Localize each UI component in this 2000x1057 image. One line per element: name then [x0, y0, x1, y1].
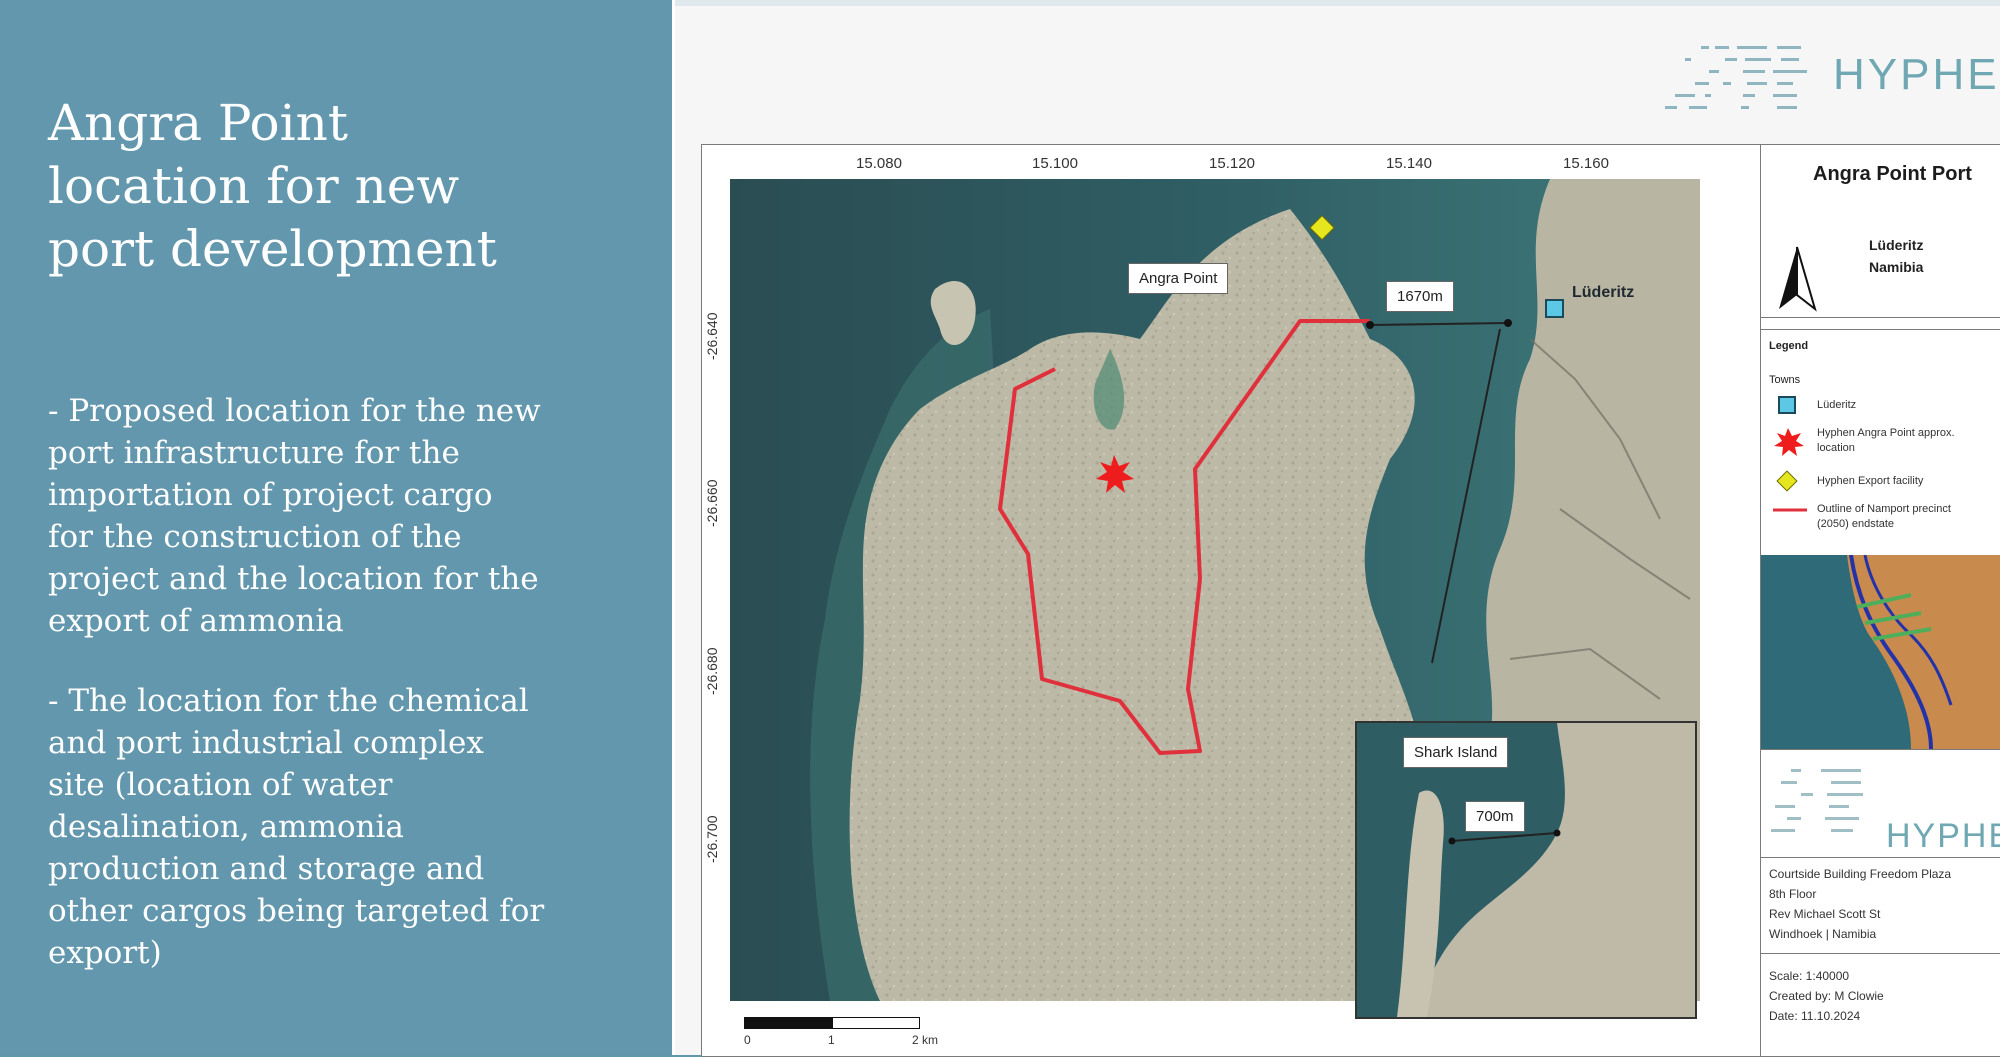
- longitude-tick: 15.160: [1563, 155, 1609, 172]
- slide-title-line: Angra Point: [48, 94, 348, 152]
- bullet-line: desalination, ammonia: [48, 809, 404, 845]
- map-document: HYPHEN 15.080 15.100 15.120 15.140 15.16…: [672, 0, 2000, 1057]
- shark-island-label: Shark Island: [1403, 737, 1509, 768]
- legend-item-label-line: Hyphen Angra Point approx.: [1817, 427, 1955, 439]
- map-scale-text: Scale: 1:40000: [1769, 969, 1850, 983]
- latitude-tick: -26.660: [704, 479, 720, 527]
- shark-island-inset-map[interactable]: Shark Island 700m: [1355, 721, 1697, 1019]
- legend-item-label-line: (2050) endstate: [1817, 518, 1895, 530]
- bullet-line: for the construction of the: [48, 519, 462, 555]
- bullet-chemical-complex: - The location for the chemical and port…: [48, 680, 608, 974]
- legend-subtitle: Towns: [1769, 374, 1801, 386]
- bullet-line: other cargos being targeted for: [48, 893, 545, 929]
- bullet-line: - The location for the chemical: [48, 683, 529, 719]
- town-square-icon: [1778, 396, 1796, 414]
- scale-bar-label: 0: [744, 1033, 751, 1047]
- bullet-line: port infrastructure for the: [48, 435, 460, 471]
- panel-logo-box: HYPHEN: [1761, 749, 2000, 858]
- distance-label-700m: 700m: [1465, 801, 1525, 832]
- legend-item-location: Hyphen Angra Point approx. location: [1769, 426, 2000, 466]
- bullet-port-infrastructure: - Proposed location for the new port inf…: [48, 390, 608, 642]
- legend-item-town: Lüderitz: [1769, 394, 2000, 426]
- address-line: Windhoek | Namibia: [1769, 927, 1877, 941]
- angra-point-label: Angra Point: [1128, 263, 1229, 294]
- outline-line-icon: [1773, 508, 1807, 512]
- map-date-text: Date: 11.10.2024: [1769, 1009, 1861, 1023]
- longitude-tick: 15.080: [856, 155, 902, 172]
- scale-bar-label: 1: [828, 1033, 835, 1047]
- latitude-tick: -26.680: [704, 647, 720, 695]
- scale-bar-segment-dark: [744, 1017, 832, 1029]
- slide-title-line: location for new: [48, 157, 460, 215]
- scale-bar-label: 2 km: [912, 1033, 939, 1047]
- map-title: Angra Point Port: [1813, 163, 1972, 185]
- scale-bar: 0 1 2 km: [744, 1011, 1004, 1051]
- satellite-map[interactable]: Angra Point 1670m Lüderitz Shark Island …: [730, 179, 1700, 1019]
- legend-item-label-line: location: [1817, 442, 1855, 454]
- longitude-tick: 15.120: [1209, 155, 1255, 172]
- map-title-box: Angra Point Port Lüderitz Namibia: [1761, 145, 2000, 318]
- address-box: Courtside Building Freedom Plaza 8th Flo…: [1761, 857, 2000, 954]
- document-top-edge: [675, 0, 2000, 6]
- longitude-tick: 15.140: [1386, 155, 1432, 172]
- overview-map: [1761, 555, 2000, 750]
- place-name: Lüderitz: [1869, 237, 1924, 253]
- facility-diamond-icon: [1776, 470, 1798, 492]
- bullet-line: project and the location for the: [48, 561, 539, 597]
- bullet-line: export of ammonia: [48, 603, 344, 639]
- longitude-tick: 15.100: [1032, 155, 1078, 172]
- hyphen-logo: HYPHEN: [1665, 38, 2000, 118]
- legend-item-facility: Hyphen Export facility: [1769, 470, 2000, 502]
- legend-title: Legend: [1769, 340, 1809, 352]
- bullet-line: - Proposed location for the new: [48, 393, 541, 429]
- legend-item-outline: Outline of Namport precinct (2050) endst…: [1769, 502, 2000, 542]
- bullet-line: importation of project cargo: [48, 477, 493, 513]
- address-line: Rev Michael Scott St: [1769, 907, 1881, 921]
- panel-hyphen-logo-text: HYPHEN: [1886, 817, 2000, 855]
- scale-bar-segment-light: [832, 1017, 920, 1029]
- legend-item-label-line: Outline of Namport precinct: [1817, 503, 1951, 515]
- map-legend: Legend Towns Lüderitz Hyphen Angra Point…: [1761, 329, 2000, 557]
- address-line: Courtside Building Freedom Plaza: [1769, 867, 1952, 881]
- slide-title-line: port development: [48, 220, 497, 278]
- location-burst-icon: [1774, 428, 1804, 456]
- bullet-line: and port industrial complex: [48, 725, 484, 761]
- distance-label-1670m: 1670m: [1386, 281, 1454, 312]
- legend-item-label: Hyphen Export facility: [1817, 475, 1924, 487]
- legend-item-label: Lüderitz: [1817, 399, 1857, 411]
- map-metadata-box: Scale: 1:40000 Created by: M Clowie Date…: [1761, 953, 2000, 1056]
- address-line: 8th Floor: [1769, 887, 1817, 901]
- latitude-tick: -26.700: [704, 815, 720, 863]
- bullet-line: site (location of water: [48, 767, 393, 803]
- map-side-panel: Angra Point Port Lüderitz Namibia Legend…: [1760, 145, 2000, 1056]
- bullet-line: production and storage and: [48, 851, 485, 887]
- legend-item-label: Outline of Namport precinct (2050) endst…: [1817, 502, 1997, 532]
- hyphen-logo-mark-icon: [1665, 46, 1807, 109]
- bullet-line: export): [48, 935, 162, 971]
- overview-map-drawing: [1761, 555, 2000, 749]
- luderitz-town-icon: [1545, 299, 1564, 318]
- legend-item-label: Hyphen Angra Point approx. location: [1817, 426, 1997, 456]
- country-name: Namibia: [1869, 259, 1924, 275]
- north-arrow-icon: [1779, 246, 1817, 312]
- hyphen-logo-text: HYPHEN: [1833, 50, 2000, 99]
- panel-hyphen-logo-mark-icon: [1771, 769, 1863, 832]
- latitude-tick: -26.640: [704, 312, 720, 360]
- slide-text-panel: Angra Point location for new port develo…: [0, 0, 672, 1055]
- slide-title: Angra Point location for new port develo…: [48, 92, 648, 281]
- map-author-text: Created by: M Clowie: [1769, 989, 1884, 1003]
- map-layout-frame: 15.080 15.100 15.120 15.140 15.160 -26.6…: [701, 144, 2000, 1057]
- luderitz-label: Lüderitz: [1572, 284, 1635, 301]
